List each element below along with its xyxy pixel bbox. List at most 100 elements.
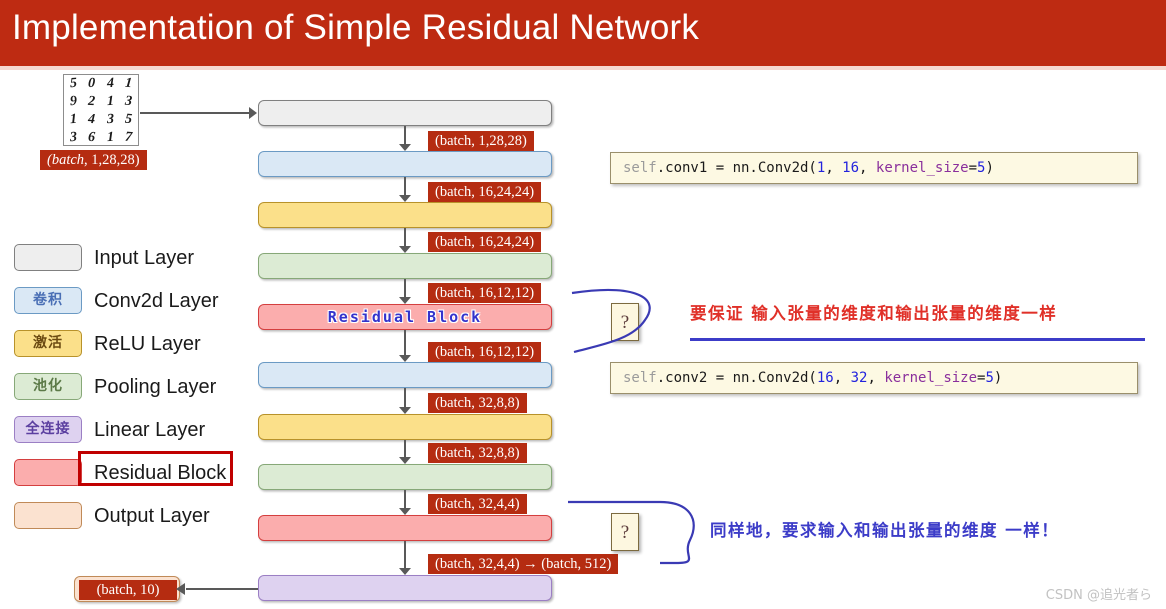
- flow-arrow-head: [399, 195, 411, 202]
- flow-arrow-head: [399, 407, 411, 414]
- tag-after-conv1: (batch, 16,24,24): [428, 182, 542, 202]
- flow-arrow-line: [404, 541, 406, 569]
- code-token: =: [968, 160, 978, 176]
- output-arrow-head: [176, 583, 185, 595]
- code-token: ): [985, 160, 994, 176]
- code-token: 5: [985, 370, 994, 386]
- legend-label: ReLU Layer: [94, 333, 201, 355]
- question-box-residual-2: ?: [611, 513, 639, 551]
- code-conv2: self.conv2 = nn.Conv2d(16, 32, kernel_si…: [610, 362, 1138, 394]
- legend-swatch-cn-text: 激活: [33, 335, 63, 351]
- legend-swatch: [14, 502, 82, 529]
- tag-after-residual1: (batch, 16,12,12): [428, 342, 542, 362]
- legend-swatch-cn-text: 全连接: [25, 421, 71, 437]
- mnist-digit-row: 1435: [64, 111, 138, 129]
- conv1-layer: [258, 151, 552, 177]
- annotation-underline: [690, 338, 1145, 341]
- question-box-residual-1: ?: [611, 303, 639, 341]
- mnist-digit: 4: [87, 111, 96, 128]
- flow-arrow-line: [404, 177, 406, 196]
- flow-arrow-head: [399, 144, 411, 151]
- flow-arrow-line: [404, 279, 406, 298]
- legend-row: 激活 ReLU Layer: [10, 326, 250, 369]
- slide-header-bar: Implementation of Simple Residual Networ…: [0, 0, 1166, 66]
- flow-arrow-line: [404, 330, 406, 356]
- mnist-digit: 4: [106, 75, 114, 92]
- csdn-watermark: CSDN @追光者ら: [1045, 588, 1152, 603]
- relu1-layer: [258, 202, 552, 228]
- mnist-digit: 3: [124, 93, 133, 110]
- pool2-layer: [258, 464, 552, 490]
- flow-arrow-line: [404, 388, 406, 408]
- mnist-digit: 5: [124, 111, 133, 128]
- mnist-digit-grid: 5041921314353617: [63, 74, 139, 146]
- mnist-digit: 3: [69, 129, 78, 146]
- relu2-layer: [258, 414, 552, 440]
- header-divider: [0, 66, 1166, 70]
- code-token: 16: [816, 370, 834, 386]
- flow-arrow-head: [399, 457, 411, 464]
- annotation-residual-1: 要保证 输入张量的维度和输出张量的维度一样: [690, 304, 1058, 323]
- code-token: ): [993, 370, 1003, 386]
- flow-arrow-head: [399, 355, 411, 362]
- residual-block-1: [258, 304, 552, 330]
- tag-after-pool2: (batch, 32,4,4): [428, 494, 527, 514]
- input-arrow-head: [249, 107, 257, 119]
- code-token: ,: [833, 370, 851, 386]
- output-arrow-line: [186, 588, 258, 590]
- input-arrow-line: [140, 112, 253, 114]
- flow-arrow-head: [399, 297, 411, 304]
- tag-after-input: (batch, 1,28,28): [428, 131, 534, 151]
- legend-swatch-cn-text: 池化: [33, 378, 63, 394]
- residual-block-2: [258, 515, 552, 541]
- mnist-digit: 2: [87, 93, 96, 110]
- code-token: 32: [850, 370, 868, 386]
- slide-root: Implementation of Simple Residual Networ…: [0, 0, 1166, 609]
- output-shape-value: (batch, 10): [79, 580, 177, 600]
- flow-arrow-line: [404, 440, 406, 458]
- tag-after-conv2: (batch, 32,8,8): [428, 393, 527, 413]
- pool1-layer: [258, 253, 552, 279]
- mnist-digit: 1: [106, 129, 114, 146]
- legend-row: Input Layer: [10, 240, 250, 283]
- code-token: self: [623, 370, 657, 386]
- legend: Input Layer 卷积 Conv2d Layer 激活 ReLU Layer 池化 P…: [10, 240, 250, 541]
- flow-arrow-head: [399, 508, 411, 515]
- legend-row: 全连接 Linear Layer: [10, 412, 250, 455]
- legend-swatch-cn-text: 卷积: [33, 292, 63, 308]
- mnist-digit: 6: [87, 129, 96, 146]
- page-title: Implementation of Simple Residual Networ…: [12, 8, 700, 47]
- linear-layer: [258, 575, 552, 601]
- mnist-digit-row: 5041: [64, 75, 138, 93]
- code-token: 16: [842, 160, 860, 176]
- mnist-digit: 9: [69, 93, 78, 110]
- mnist-digit: 5: [69, 75, 78, 92]
- flow-arrow-line: [404, 228, 406, 247]
- code-token: ,: [867, 370, 885, 386]
- tag-after-pool1: (batch, 16,12,12): [428, 283, 542, 303]
- mnist-digit: 1: [124, 75, 133, 92]
- mnist-digit: 7: [124, 129, 133, 146]
- legend-swatch: [14, 244, 82, 271]
- tag-after-residual2: (batch, 32,4,4) → (batch, 512): [428, 554, 619, 574]
- mnist-digit: 1: [69, 111, 78, 128]
- input-layer: [258, 100, 552, 126]
- code-token: kernel_size: [875, 160, 969, 176]
- mnist-digit-row: 3617: [64, 129, 138, 146]
- output-shape-text: (batch, 10): [96, 582, 160, 598]
- tag-input-shape: (batch, 1,28,28): [40, 150, 147, 170]
- flow-arrow-line: [404, 126, 406, 145]
- flow-arrow-line: [404, 490, 406, 509]
- mnist-digit: 0: [87, 75, 96, 92]
- legend-row: Output Layer: [10, 498, 250, 541]
- conv2-layer: [258, 362, 552, 388]
- legend-swatch: [14, 459, 82, 486]
- flow-arrow-head: [399, 246, 411, 253]
- legend-row: 池化 Pooling Layer: [10, 369, 250, 412]
- legend-label: Conv2d Layer: [94, 290, 219, 312]
- code-token: kernel_size: [884, 370, 978, 386]
- legend-row: 卷积 Conv2d Layer: [10, 283, 250, 326]
- legend-label: Input Layer: [94, 247, 195, 269]
- legend-label: Linear Layer: [94, 419, 206, 441]
- code-token: .conv2 = nn.Conv2d(: [656, 370, 817, 386]
